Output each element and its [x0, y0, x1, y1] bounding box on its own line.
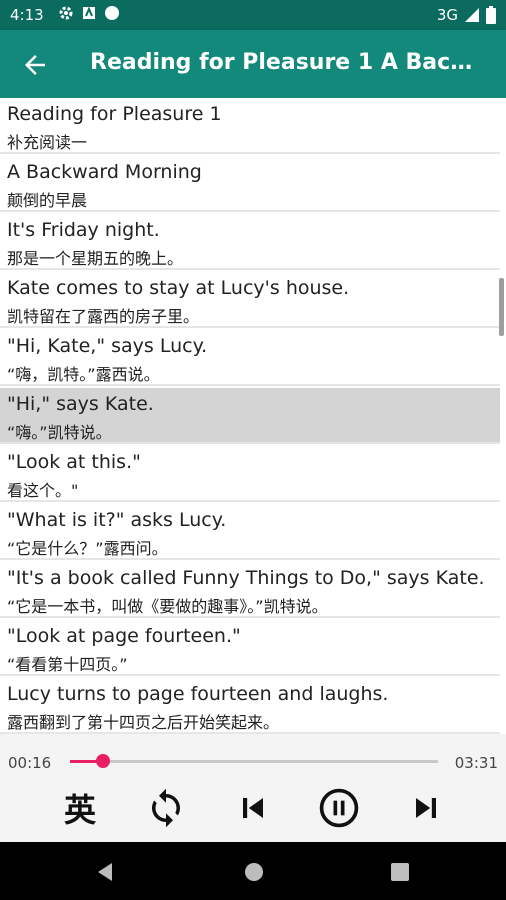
seek-bar-thumb[interactable] [96, 754, 111, 768]
sentence-row[interactable]: Reading for Pleasure 1 补充阅读一 [0, 98, 500, 154]
record-dot-icon [105, 6, 119, 20]
skip-next-icon [416, 798, 436, 818]
nav-back-icon[interactable] [94, 861, 116, 883]
app-bar: Reading for Pleasure 1 A Backward Mornin… [0, 30, 506, 98]
audio-player: 00:16 03:31 英 [0, 734, 506, 842]
sentence-chinese: “嗨，凯特。”露西说。 [7, 365, 160, 384]
sentence-english: A Backward Morning [7, 161, 202, 183]
duration: 03:31 [454, 754, 498, 772]
sentence-english: Lucy turns to page fourteen and laughs. [7, 683, 389, 705]
signal-icon [465, 8, 479, 22]
sentence-row[interactable]: "Look at page fourteen." “看看第十四页。” [0, 620, 500, 676]
sentence-chinese: 露西翻到了第十四页之后开始笑起来。 [7, 713, 280, 732]
battery-icon [486, 6, 496, 24]
seek-bar[interactable] [70, 754, 438, 768]
next-button[interactable] [402, 784, 450, 832]
skip-previous-icon [243, 798, 263, 818]
back-arrow-icon[interactable] [20, 50, 50, 80]
sentence-english: "Hi, Kate," says Lucy. [7, 335, 208, 357]
sentence-english: Reading for Pleasure 1 [7, 103, 222, 125]
sentence-row[interactable]: A Backward Morning 颠倒的早晨 [0, 156, 500, 212]
sentence-row[interactable]: "Hi," says Kate. “嗨。”凯特说。 [0, 388, 500, 444]
pause-button[interactable] [315, 784, 363, 832]
sentence-english: It's Friday night. [7, 219, 160, 241]
sentence-chinese: “它是一本书，叫做《要做的趣事》。”凯特说。 [7, 597, 328, 616]
sentence-english: "It's a book called Funny Things to Do,"… [7, 567, 485, 589]
network-type: 3G [436, 6, 458, 24]
app-notification-icon [83, 6, 95, 19]
sentence-chinese: “看看第十四页。” [7, 655, 128, 674]
list-scrollbar[interactable] [499, 278, 504, 336]
status-icons [58, 5, 120, 21]
sentence-chinese: 补充阅读一 [7, 133, 88, 152]
pause-circle-icon [319, 788, 359, 828]
sentence-row[interactable]: Kate comes to stay at Lucy's house. 凯特留在了… [0, 272, 500, 328]
sentence-chinese: 看这个。" [7, 481, 79, 500]
sentence-chinese: “嗨。”凯特说。 [7, 423, 112, 442]
sentence-chinese: 凯特留在了露西的房子里。 [7, 307, 200, 326]
sentence-english: "Hi," says Kate. [7, 393, 154, 415]
player-controls: 英 [0, 782, 506, 836]
status-right: 3G [437, 6, 496, 24]
sentence-english: "What is it?" asks Lucy. [7, 509, 227, 531]
system-nav-bar [0, 842, 506, 900]
sentence-english: "Look at page fourteen." [7, 625, 241, 647]
language-toggle-button[interactable]: 英 [56, 784, 104, 832]
sentence-row[interactable]: Lucy turns to page fourteen and laughs. 露… [0, 678, 500, 734]
sentence-english: Kate comes to stay at Lucy's house. [7, 277, 350, 299]
sentence-chinese: “它是什么？”露西问。 [7, 539, 168, 558]
settings-icon [59, 6, 73, 20]
repeat-icon [152, 788, 180, 828]
repeat-button[interactable] [142, 784, 190, 832]
sentence-list[interactable]: Reading for Pleasure 1 补充阅读一 A Backward Mo… [0, 98, 506, 734]
nav-home-icon[interactable] [243, 861, 265, 883]
status-bar: 4:13 3G [0, 0, 506, 30]
page-title: Reading for Pleasure 1 A Backward Mornin… [90, 50, 482, 75]
status-time: 4:13 [10, 6, 44, 24]
sentence-row[interactable]: It's Friday night. 那是一个星期五的晚上。 [0, 214, 500, 270]
sentence-row[interactable]: "What is it?" asks Lucy. “它是什么？”露西问。 [0, 504, 500, 560]
sentence-row[interactable]: "Hi, Kate," says Lucy. “嗨，凯特。”露西说。 [0, 330, 500, 386]
sentence-english: "Look at this." [7, 451, 141, 473]
current-time: 00:16 [8, 754, 52, 772]
previous-button[interactable] [229, 784, 277, 832]
sentence-chinese: 颠倒的早晨 [7, 191, 88, 210]
sentence-row[interactable]: "It's a book called Funny Things to Do,"… [0, 562, 500, 618]
nav-recents-icon[interactable] [390, 862, 410, 882]
sentence-row[interactable]: "Look at this." 看这个。" [0, 446, 500, 502]
sentence-chinese: 那是一个星期五的晚上。 [7, 249, 184, 268]
